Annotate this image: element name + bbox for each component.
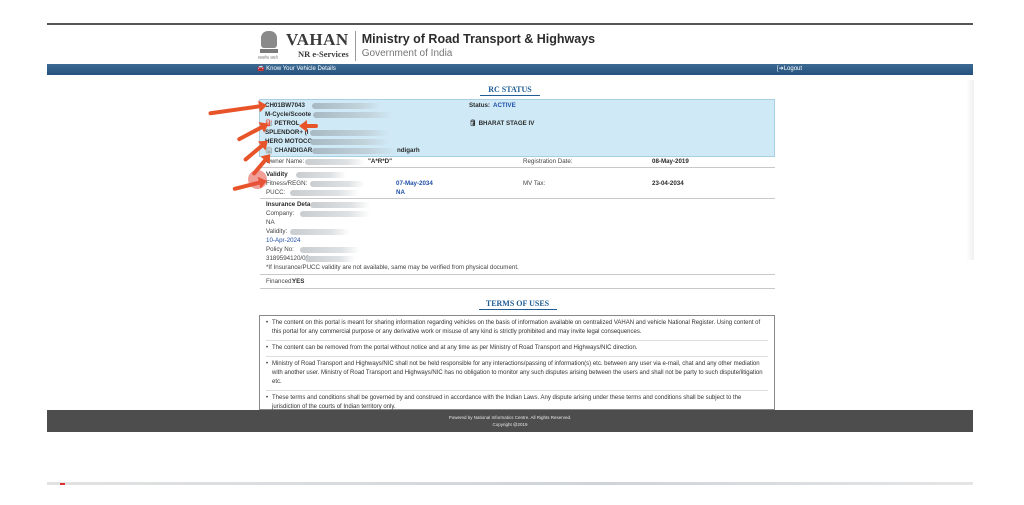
masked-value <box>305 159 365 165</box>
nav-bar: 🚘 Know Your Vehicle Details [➜Logout <box>47 64 973 75</box>
policy-number-value: 3189594120/00 <box>266 255 310 262</box>
logout-link[interactable]: [➜Logout <box>777 64 802 75</box>
masked-value <box>296 172 346 178</box>
national-emblem-icon: सत्यमेव जयते <box>258 31 280 61</box>
site-header: सत्यमेव जयते VAHAN NR e-Services Ministr… <box>258 29 595 63</box>
status-label: Status: <box>469 102 490 109</box>
annotation-arrow <box>304 124 318 128</box>
row-divider <box>260 167 775 168</box>
site-footer: Powered by National Informatics Centre. … <box>47 410 973 432</box>
terms-item: Ministry of Road Transport and Highways/… <box>266 360 768 391</box>
row-divider <box>260 274 775 275</box>
brand-title: VAHAN <box>286 30 349 49</box>
masked-value <box>310 181 365 187</box>
masked-value <box>310 130 390 136</box>
fitness-value: 07-May-2034 <box>396 180 433 187</box>
terms-title: TERMS OF USES <box>470 299 565 310</box>
financed-label: Financed: <box>266 278 294 285</box>
insurance-validity-label: Validity: <box>266 228 288 235</box>
masked-value <box>312 148 397 154</box>
fitness-label: Fitness/REGN: <box>266 180 308 187</box>
insurance-validity-value: 10-Apr-2024 <box>266 237 301 244</box>
masked-value <box>300 211 370 217</box>
terms-underline <box>478 309 557 310</box>
ministry-title: Ministry of Road Transport & Highways <box>361 32 596 46</box>
rto-location-suffix: ndigarh <box>397 147 420 154</box>
vehicle-class: M-Cycle/Scoote <box>265 111 312 118</box>
insurance-company-value: NA <box>266 219 275 226</box>
bottom-marker <box>60 483 65 485</box>
mv-tax-value: 23-04-2034 <box>652 180 684 187</box>
row-divider <box>260 198 775 199</box>
financed-value: YES <box>292 278 305 285</box>
registration-date-label: Registration Date: <box>523 158 573 165</box>
footer-powered-by: Powered by National Informatics Centre. … <box>448 415 572 420</box>
rc-details-panel: CH01BW7043 M-Cycle/Scoote ⛽ PETROL SPLEN… <box>259 99 775 157</box>
insurance-note: *If Insurance/PUCC validity are not avai… <box>266 264 519 271</box>
pucc-value: NA <box>396 189 405 196</box>
bottom-divider <box>47 482 973 485</box>
vehicle-maker: HERO MOTOCO <box>265 138 313 145</box>
rto-location: 🏢 CHANDIGAR <box>265 147 313 154</box>
masked-value <box>290 229 350 235</box>
masked-value <box>310 202 370 208</box>
footer-copyright: Copyright @2019 <box>492 422 528 427</box>
know-vehicle-details-link[interactable]: 🚘 Know Your Vehicle Details <box>257 64 336 75</box>
policy-number-label: Policy No: <box>266 246 294 253</box>
registration-date-value: 08-May-2019 <box>652 158 689 165</box>
vahan-logo[interactable]: VAHAN NR e-Services <box>286 31 356 61</box>
rc-status-title-text: RC STATUS <box>488 85 532 94</box>
insurance-heading: Insurance Deta <box>266 201 311 208</box>
insurance-company-label: Company: <box>266 210 295 217</box>
masked-value <box>290 190 360 196</box>
rc-status-title: RC STATUS <box>470 85 550 96</box>
terms-item: The content can be removed from the port… <box>266 344 768 357</box>
terms-title-text: TERMS OF USES <box>485 299 550 308</box>
rc-status-underline <box>480 95 540 96</box>
masked-value <box>305 256 355 262</box>
terms-panel: The content on this portal is meant for … <box>259 315 775 410</box>
masked-value <box>300 247 360 253</box>
ministry-heading: Ministry of Road Transport & Highways Go… <box>356 32 595 60</box>
scroll-shadow <box>966 80 974 260</box>
pucc-label: PUCC: <box>266 189 286 196</box>
mv-tax-label: MV Tax: <box>523 180 546 187</box>
terms-item: The content on this portal is meant for … <box>266 319 768 341</box>
status-value: ACTIVE <box>493 102 516 109</box>
masked-value <box>312 103 382 109</box>
row-divider <box>260 288 775 289</box>
ministry-subtitle: Government of India <box>361 48 453 59</box>
masked-value <box>310 139 390 145</box>
emission-norm: 🛢 BHARAT STAGE IV <box>469 120 535 127</box>
cursor-highlight <box>248 170 267 189</box>
owner-name-value: "A*R*D" <box>368 158 393 165</box>
masked-value <box>313 112 393 118</box>
terms-list: The content on this portal is meant for … <box>260 316 774 415</box>
brand-subtitle: NR e-Services <box>298 49 349 59</box>
registration-number: CH01BW7043 <box>265 102 305 109</box>
top-divider <box>47 23 973 25</box>
emblem-motto: सत्यमेव जयते <box>258 55 278 60</box>
annotation-arrow <box>208 104 263 116</box>
validity-heading: Validity <box>266 171 288 178</box>
